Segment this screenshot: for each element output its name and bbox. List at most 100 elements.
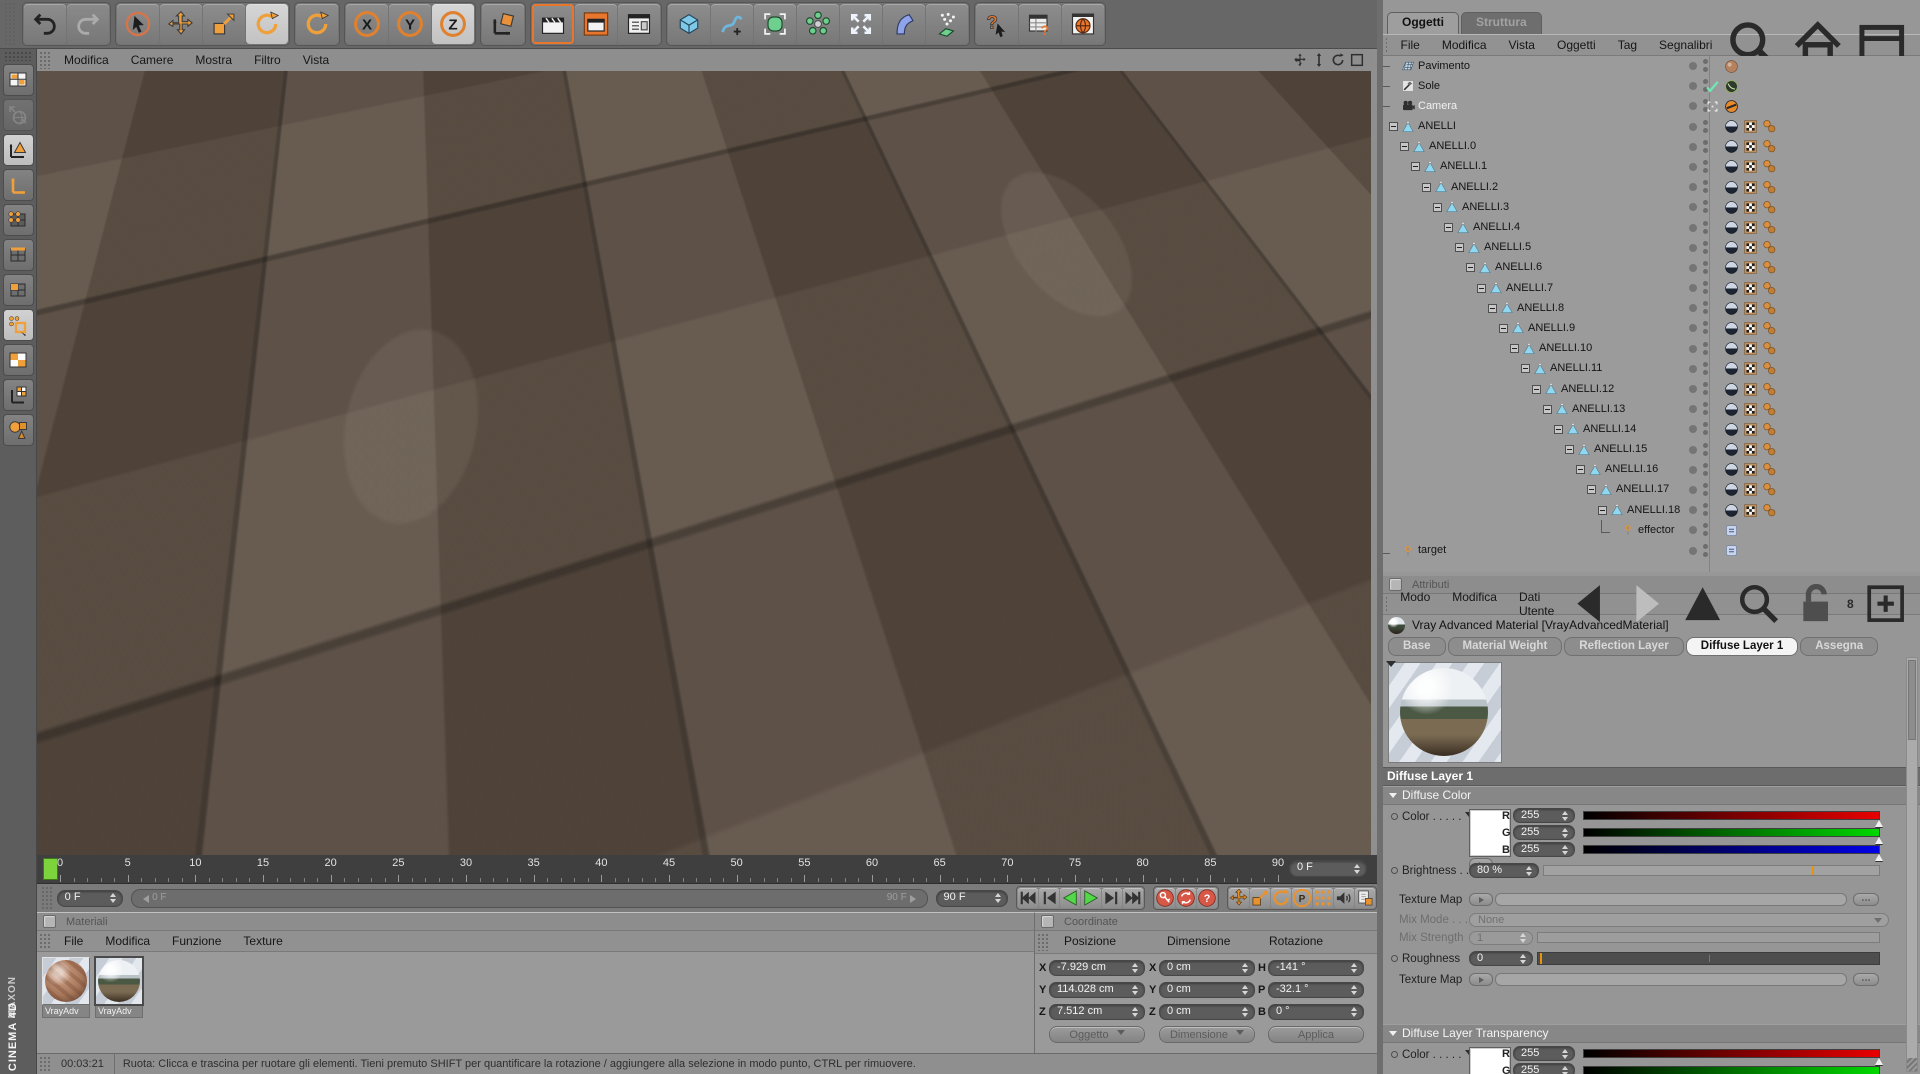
lock-icon[interactable]: [1791, 579, 1840, 628]
expand-collapse-icon[interactable]: [1532, 384, 1541, 394]
matsphere-tag-icon[interactable]: [1724, 301, 1739, 316]
materials-menu-texture[interactable]: Texture: [232, 934, 293, 948]
render-frame-handle-left[interactable]: [174, 463, 178, 475]
transparency-r-slider[interactable]: [1583, 1049, 1883, 1065]
expand-collapse-icon[interactable]: [1488, 303, 1497, 313]
expand-collapse-icon[interactable]: [1499, 323, 1508, 333]
ballstag-tag-icon[interactable]: [1762, 482, 1777, 497]
play-forward-button[interactable]: [1081, 888, 1102, 908]
transparency-r-field[interactable]: 255: [1513, 1046, 1575, 1061]
materials-menu-handle[interactable]: [39, 933, 51, 949]
matsphere-tag-icon[interactable]: [1724, 462, 1739, 477]
matsphere-tag-icon[interactable]: [1724, 503, 1739, 518]
points-mode[interactable]: [2, 204, 34, 236]
ballstag-tag-icon[interactable]: [1762, 240, 1777, 255]
polygons-mode[interactable]: [2, 274, 34, 306]
matsphere-tag-icon[interactable]: [1724, 240, 1739, 255]
dimensione-button[interactable]: Dimensione: [1159, 1026, 1255, 1043]
expand-collapse-icon[interactable]: [1521, 364, 1530, 374]
attr-tab-base[interactable]: Base: [1388, 637, 1446, 656]
object-row-anelli-3[interactable]: ANELLI.3: [1383, 197, 1920, 217]
uvwtag-tag-icon[interactable]: [1743, 321, 1758, 336]
uvwtag-tag-icon[interactable]: [1743, 220, 1758, 235]
material-chain[interactable]: VrayAdv: [95, 957, 143, 1018]
ballstag-tag-icon[interactable]: [1762, 341, 1777, 356]
attr-tab-diffuse-layer-1[interactable]: Diffuse Layer 1: [1685, 637, 1799, 656]
object-row-anelli-5[interactable]: ANELLI.5: [1383, 238, 1920, 258]
materials-menu-funzione[interactable]: Funzione: [161, 934, 232, 948]
visibility-dot[interactable]: [1689, 162, 1697, 171]
record-keyframe-button[interactable]: [1155, 888, 1176, 908]
last-used-tool[interactable]: [296, 4, 338, 44]
scale-tool[interactable]: [203, 4, 245, 44]
object-row-anelli-16[interactable]: ANELLI.16: [1383, 460, 1920, 480]
history-count[interactable]: 8: [1847, 597, 1854, 611]
go-to-start-button[interactable]: [1018, 888, 1039, 908]
editor-render-dots[interactable]: [1703, 240, 1708, 257]
editor-render-dots[interactable]: [1703, 159, 1708, 176]
live-selection-tool[interactable]: [117, 4, 159, 44]
ballstag-tag-icon[interactable]: [1762, 260, 1777, 275]
record-options-button[interactable]: ?: [1197, 888, 1218, 908]
next-frame-button[interactable]: [1102, 888, 1123, 908]
editor-render-dots[interactable]: [1703, 402, 1708, 418]
matsphere-tag-icon[interactable]: [1724, 281, 1739, 296]
r-slider[interactable]: [1583, 811, 1883, 827]
applica-button[interactable]: Applica: [1268, 1026, 1364, 1043]
visibility-dot[interactable]: [1689, 243, 1697, 252]
editor-render-dots[interactable]: [1703, 180, 1708, 196]
online-help[interactable]: [1062, 4, 1104, 44]
visibility-dot[interactable]: [1689, 102, 1697, 111]
add-particles[interactable]: [926, 4, 968, 44]
ballstag-tag-icon[interactable]: [1762, 119, 1777, 134]
visibility-dot[interactable]: [1689, 526, 1697, 535]
attributes-scrollbar[interactable]: [1906, 657, 1918, 1072]
object-row-anelli-10[interactable]: ANELLI.10: [1383, 339, 1920, 359]
matsphere-tag-icon[interactable]: [1724, 321, 1739, 336]
expand-collapse-icon[interactable]: [1598, 505, 1607, 515]
expand-collapse-icon[interactable]: [1543, 404, 1552, 414]
expand-collapse-icon[interactable]: [1510, 344, 1519, 354]
matsphere-tag-icon[interactable]: [1724, 139, 1739, 154]
object-menu-file[interactable]: File: [1389, 38, 1430, 52]
transparency-g-field[interactable]: 255: [1513, 1063, 1575, 1074]
visibility-dot[interactable]: [1689, 223, 1697, 232]
uvwtag-tag-icon[interactable]: [1743, 341, 1758, 356]
visibility-dot[interactable]: [1689, 485, 1697, 494]
uvwtag-tag-icon[interactable]: [1743, 382, 1758, 397]
expand-collapse-icon[interactable]: [1576, 465, 1585, 475]
ballstag-tag-icon[interactable]: [1762, 361, 1777, 376]
model-mode[interactable]: [2, 134, 34, 166]
ballstag-tag-icon[interactable]: [1762, 321, 1777, 336]
visibility-dot[interactable]: [1689, 324, 1697, 333]
matsphere-tag-icon[interactable]: [1724, 200, 1739, 215]
uvwtag-tag-icon[interactable]: [1743, 159, 1758, 174]
expand-collapse-icon[interactable]: [1433, 202, 1442, 212]
minimize-toggle[interactable]: [1355, 888, 1376, 908]
texture-browse-button[interactable]: ...: [1853, 893, 1879, 906]
view-rotate[interactable]: [1330, 52, 1346, 68]
mix-strength-field[interactable]: 1: [1469, 931, 1533, 945]
coord-field-rotazione-b[interactable]: 0 °: [1268, 1004, 1364, 1020]
expand-collapse-icon[interactable]: [1411, 162, 1420, 172]
coord-field-dimensione-x[interactable]: 0 cm: [1159, 960, 1255, 976]
sound-toggle[interactable]: [1334, 888, 1355, 908]
frame-range-slider[interactable]: 0 F 90 F: [131, 888, 928, 908]
visibility-dot[interactable]: [1689, 82, 1697, 91]
ballstag-tag-icon[interactable]: [1762, 200, 1777, 215]
texture-map-field[interactable]: [1495, 893, 1847, 906]
checkgreen-tag-icon[interactable]: [1705, 79, 1720, 94]
object-row-anelli-14[interactable]: ANELLI.14: [1383, 419, 1920, 439]
object-row-anelli-0[interactable]: ANELLI.0: [1383, 137, 1920, 157]
uvwtag-tag-icon[interactable]: [1743, 442, 1758, 457]
uvwtag-tag-icon[interactable]: [1743, 119, 1758, 134]
matsphere-tag-icon[interactable]: [1724, 180, 1739, 195]
key-scale-toggle[interactable]: [1250, 888, 1271, 908]
visibility-dot[interactable]: [1689, 304, 1697, 313]
view-zoom[interactable]: [1311, 52, 1327, 68]
visibility-dot[interactable]: [1689, 142, 1697, 151]
expand-collapse-icon[interactable]: [1477, 283, 1486, 293]
transparency-g-slider[interactable]: [1583, 1066, 1880, 1074]
matsphere-tag-icon[interactable]: [1724, 442, 1739, 457]
texsphere-tag-icon[interactable]: [1724, 59, 1739, 74]
